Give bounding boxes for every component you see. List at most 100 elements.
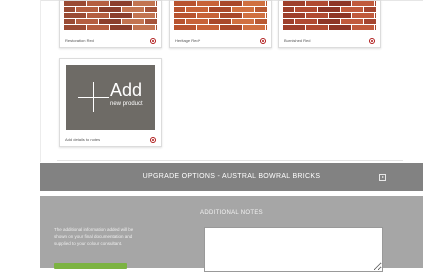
brick [283, 13, 305, 18]
brick [295, 7, 317, 12]
brick-swatch [64, 1, 157, 31]
add-details-label: Add details to notes [65, 137, 101, 142]
notes-textarea[interactable] [204, 227, 383, 272]
submit-button[interactable] [54, 263, 127, 269]
brick [306, 1, 328, 6]
brick [145, 19, 157, 24]
brick [133, 13, 155, 18]
brick [174, 25, 196, 30]
plus-icon-bar [78, 97, 109, 98]
brick [232, 19, 254, 24]
brick [133, 25, 155, 30]
brick [255, 19, 267, 24]
brick [295, 19, 317, 24]
brick [122, 7, 144, 12]
brick [122, 19, 144, 24]
brick [209, 19, 231, 24]
brick-swatch [283, 1, 376, 31]
brick [283, 7, 294, 12]
add-product-card[interactable]: Add new product Add details to notes [59, 58, 162, 147]
brick [266, 1, 267, 6]
brick [329, 13, 351, 18]
brick [209, 7, 231, 12]
brick [110, 25, 132, 30]
brick [99, 7, 121, 12]
section-divider [57, 160, 403, 161]
brick [352, 1, 374, 6]
brick [329, 25, 351, 30]
brick [174, 13, 196, 18]
brick [352, 13, 374, 18]
brick [145, 7, 157, 12]
brick [375, 1, 376, 6]
brick [352, 25, 374, 30]
brick [174, 7, 185, 12]
brick [341, 19, 363, 24]
brick [87, 13, 109, 18]
brick [220, 25, 242, 30]
upgrade-options-bar[interactable]: UPGRADE OPTIONS - AUSTRAL BOWRAL BRICKS [40, 163, 423, 191]
brick [255, 7, 267, 12]
notes-info-text: The additional information added will be… [54, 227, 134, 246]
brick [318, 7, 340, 12]
additional-notes-section: ADDITIONAL NOTES The additional informat… [40, 196, 423, 272]
brick [243, 13, 265, 18]
brick [174, 1, 196, 6]
brick [243, 1, 265, 6]
brick [364, 7, 376, 12]
product-card[interactable]: Heritage Red* [169, 0, 272, 48]
brick [318, 19, 340, 24]
product-name: Restoration Red [65, 38, 94, 43]
product-card[interactable]: Restoration Red [59, 0, 162, 48]
brick [266, 13, 267, 18]
add-product-icon[interactable] [369, 38, 375, 44]
brick [197, 13, 219, 18]
brick [76, 7, 98, 12]
brick [76, 19, 98, 24]
brick [99, 19, 121, 24]
brick [232, 7, 254, 12]
brick-row [174, 25, 267, 31]
brick [64, 13, 86, 18]
brick [133, 1, 155, 6]
brick [306, 25, 328, 30]
brick [156, 25, 157, 30]
add-product-icon[interactable] [150, 38, 156, 44]
brick [364, 19, 376, 24]
brick [64, 25, 86, 30]
product-name: Heritage Red* [175, 38, 201, 43]
add-to-notes-icon[interactable] [150, 137, 156, 143]
brick-row [283, 25, 376, 31]
brick [341, 7, 363, 12]
add-product-tile[interactable]: Add new product [66, 65, 155, 130]
brick [375, 25, 376, 30]
brick [266, 25, 267, 30]
add-subtitle: new product [110, 101, 143, 107]
product-card[interactable]: Burnished Red [278, 0, 381, 48]
brick [156, 13, 157, 18]
brick-swatch [174, 1, 267, 31]
brick [220, 1, 242, 6]
brick [306, 13, 328, 18]
expand-icon[interactable] [379, 174, 386, 181]
brick [375, 13, 376, 18]
brick [197, 1, 219, 6]
add-product-icon[interactable] [260, 38, 266, 44]
brick-row [64, 25, 157, 31]
brick [283, 1, 305, 6]
notes-title: ADDITIONAL NOTES [200, 210, 263, 216]
brick [220, 13, 242, 18]
brick [64, 1, 86, 6]
upgrade-title: UPGRADE OPTIONS - AUSTRAL BOWRAL BRICKS [142, 173, 321, 180]
brick [186, 19, 208, 24]
content-frame-left [40, 0, 41, 162]
brick [283, 19, 294, 24]
brick [87, 25, 109, 30]
brick [186, 7, 208, 12]
brick [64, 19, 75, 24]
brick [243, 25, 265, 30]
product-name: Burnished Red [284, 38, 311, 43]
brick [110, 13, 132, 18]
add-title: Add [110, 80, 143, 100]
brick [174, 19, 185, 24]
